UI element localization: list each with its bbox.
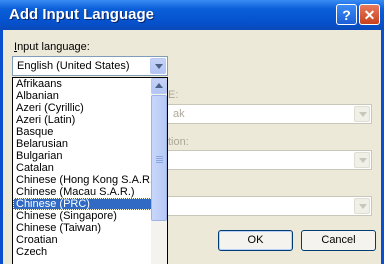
list-item[interactable]: Belarusian bbox=[13, 138, 167, 150]
input-language-label-text: nput language: bbox=[17, 41, 90, 53]
chevron-down-icon[interactable] bbox=[354, 106, 370, 122]
keyboard-layout-value: ak bbox=[173, 108, 185, 120]
list-item[interactable]: Azeri (Latin) bbox=[13, 114, 167, 126]
list-item[interactable]: Azeri (Cyrillic) bbox=[13, 102, 167, 114]
ok-button[interactable]: OK bbox=[218, 230, 293, 251]
add-input-language-dialog: Add Input Language ? ✕ Input language: E… bbox=[0, 0, 384, 264]
help-icon[interactable]: ? bbox=[336, 4, 357, 25]
chevron-down-icon[interactable] bbox=[354, 198, 370, 214]
chevron-down-icon[interactable] bbox=[354, 152, 370, 168]
list-item[interactable]: Chinese (Taiwan) bbox=[13, 222, 167, 234]
list-item[interactable]: Chinese (Singapore) bbox=[13, 210, 167, 222]
input-language-selected-value: English (United States) bbox=[17, 60, 130, 72]
scrollbar-thumb[interactable] bbox=[151, 95, 167, 221]
list-item[interactable]: Chinese (Macau S.A.R.) bbox=[13, 186, 167, 198]
input-language-dropdown-list[interactable]: Afrikaans Albanian Azeri (Cyrillic) Azer… bbox=[12, 77, 168, 264]
cancel-button[interactable]: Cancel bbox=[301, 230, 376, 251]
chevron-down-icon[interactable] bbox=[150, 58, 166, 74]
keyboard-layout-label: E: bbox=[168, 89, 179, 101]
second-setting-label: tion: bbox=[168, 136, 189, 148]
list-item[interactable]: Basque bbox=[13, 126, 167, 138]
third-setting-select[interactable] bbox=[150, 196, 372, 216]
list-item[interactable]: Chinese (Hong Kong S.A.R.) bbox=[13, 174, 167, 186]
grip-icon bbox=[156, 156, 163, 157]
close-icon[interactable]: ✕ bbox=[359, 4, 380, 25]
input-language-select[interactable]: English (United States) bbox=[12, 56, 168, 76]
list-item-selected[interactable]: Chinese (PRC) bbox=[13, 198, 167, 210]
second-setting-select[interactable] bbox=[150, 150, 372, 170]
window-title: Add Input Language bbox=[9, 6, 154, 23]
scroll-up-icon[interactable] bbox=[151, 78, 167, 94]
list-item[interactable]: Croatian bbox=[13, 234, 167, 246]
window-frame-left bbox=[0, 30, 3, 264]
dropdown-items: Afrikaans Albanian Azeri (Cyrillic) Azer… bbox=[13, 78, 167, 258]
list-item[interactable]: Czech bbox=[13, 246, 167, 258]
list-item[interactable]: Catalan bbox=[13, 162, 167, 174]
title-bar[interactable]: Add Input Language ? ✕ bbox=[0, 0, 384, 30]
keyboard-layout-select[interactable]: ak bbox=[150, 104, 372, 124]
list-item[interactable]: Afrikaans bbox=[13, 78, 167, 90]
list-item[interactable]: Bulgarian bbox=[13, 150, 167, 162]
input-language-label: Input language: bbox=[14, 41, 90, 53]
dropdown-scrollbar[interactable] bbox=[151, 78, 167, 264]
list-item[interactable]: Albanian bbox=[13, 90, 167, 102]
